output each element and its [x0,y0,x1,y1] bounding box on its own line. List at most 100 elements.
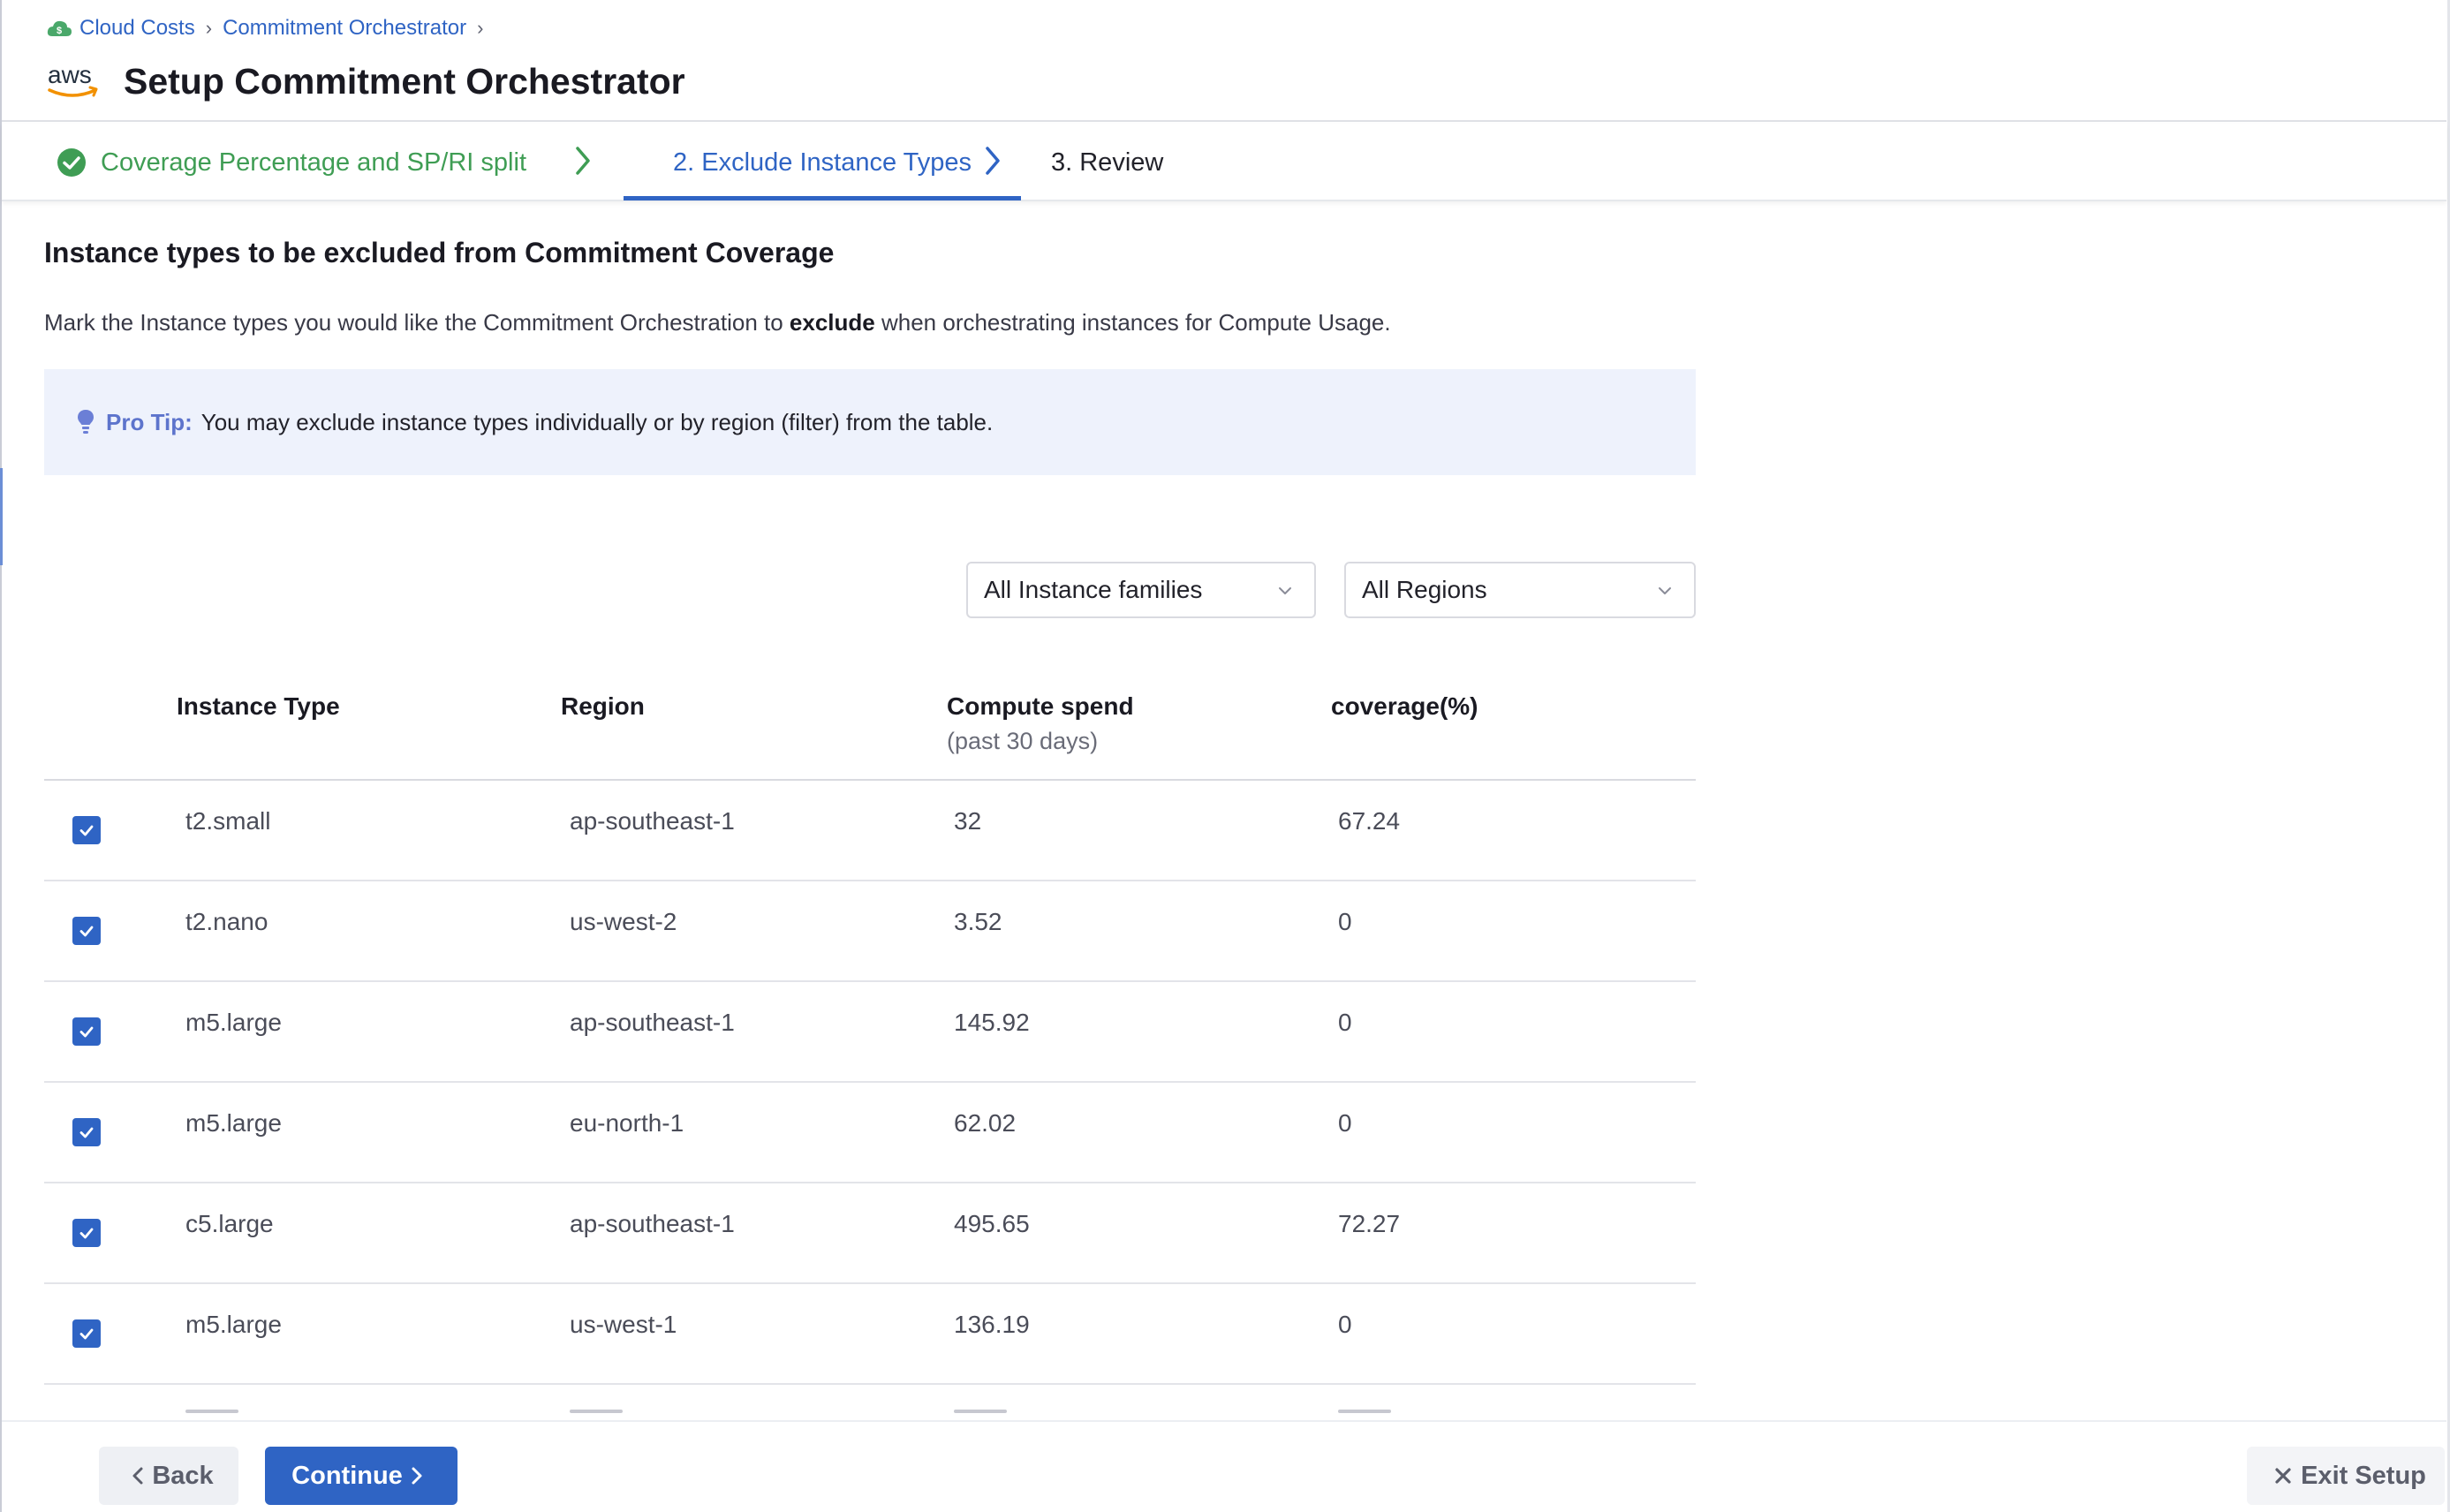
regions-value: All Regions [1362,576,1487,603]
chevron-down-icon [1279,587,1291,594]
chevron-right-icon [412,1467,422,1485]
title-row: aws Setup Commitment Orchestrator [46,55,685,108]
exit-setup-button[interactable]: Exit Setup [2247,1447,2445,1505]
regions-dropdown[interactable]: All Regions [1344,562,1696,618]
breadcrumb-separator-icon: › [205,17,213,39]
row-checkbox[interactable] [72,1219,101,1247]
checkmark-icon [79,1228,94,1239]
cell-region: ap-southeast-1 [570,1009,735,1036]
description-start: Mark the Instance types you would like t… [44,309,790,336]
description-end: when orchestrating instances for Compute… [874,309,1391,336]
svg-text:$: $ [57,26,62,36]
window-left-accent [0,468,3,565]
step-review[interactable]: 3. Review [1051,124,1163,201]
window-left-border [0,0,2,1512]
column-header-coverage: coverage(%) [1331,692,1478,720]
table-row: m5.large us-west-1 136.19 0 [44,1284,1696,1385]
cell-instance-type: t2.small [185,807,271,835]
cell-compute-spend: 145.92 [954,1009,1030,1036]
cell-region: ap-southeast-1 [570,1210,735,1237]
continue-button-label: Continue [291,1461,403,1490]
table-row: m5.large eu-north-1 62.02 0 [44,1083,1696,1183]
cell-coverage: 72.27 [1338,1210,1401,1237]
column-header-instance-type: Instance Type [177,692,340,720]
cell-instance-type: m5.large [185,1009,282,1036]
section-description: Mark the Instance types you would like t… [44,309,1391,336]
row-checkbox[interactable] [72,816,101,844]
cell-region: eu-north-1 [570,1109,684,1137]
wizard-stepper: Coverage Percentage and SP/RI split 2. E… [2,124,2446,201]
checkmark-icon [79,1127,94,1138]
row-checkbox[interactable] [72,1118,101,1146]
step-coverage-split-label: Coverage Percentage and SP/RI split [101,147,526,177]
breadcrumb: $ Cloud Costs › Commitment Orchestrator … [46,14,494,42]
description-emphasis: exclude [789,309,875,336]
cell-instance-type: m5.large [185,1109,282,1137]
clipped-cell [1338,1410,1391,1413]
cell-compute-spend: 136.19 [954,1311,1030,1338]
step-review-label: 3. Review [1051,147,1164,177]
column-header-compute-spend: Compute spend [947,692,1134,720]
chevron-down-icon [1659,587,1671,594]
clipped-cell [570,1410,623,1413]
table-row: t2.small ap-southeast-1 32 67.24 [44,781,1696,881]
row-checkbox[interactable] [72,1319,101,1348]
table-row: t2.nano us-west-2 3.52 0 [44,881,1696,982]
cell-coverage: 0 [1338,1109,1352,1137]
page-header: $ Cloud Costs › Commitment Orchestrator … [2,0,2446,122]
cell-region: ap-southeast-1 [570,807,735,835]
back-button[interactable]: Back [99,1447,238,1505]
back-button-label: Back [152,1461,214,1490]
cell-region: us-west-1 [570,1311,677,1338]
continue-button[interactable]: Continue [265,1447,457,1505]
instance-families-value: All Instance families [984,576,1203,603]
lightbulb-icon [78,410,94,434]
pro-tip-callout: Pro Tip: You may exclude instance types … [44,369,1696,475]
breadcrumb-separator-icon: › [477,17,484,39]
exit-setup-button-label: Exit Setup [2301,1461,2426,1490]
cloud-costs-icon: $ [47,20,72,36]
page-title: Setup Commitment Orchestrator [124,60,685,102]
step-exclude-instance-types[interactable]: 2. Exclude Instance Types [624,124,1021,201]
chevron-right-icon [576,147,590,175]
aws-logo: aws [48,61,98,97]
section-title: Instance types to be excluded from Commi… [44,237,835,268]
cell-coverage: 67.24 [1338,807,1401,835]
row-checkbox[interactable] [72,1017,101,1046]
instance-families-dropdown[interactable]: All Instance families [966,562,1316,618]
step-exclude-instance-types-label: 2. Exclude Instance Types [672,147,972,177]
table-row: m5.large ap-southeast-1 145.92 0 [44,982,1696,1083]
checkmark-icon [79,825,94,836]
breadcrumb-cloud-costs[interactable]: Cloud Costs [79,16,195,41]
cell-compute-spend: 3.52 [954,908,1002,935]
close-icon [2275,1468,2291,1484]
cell-coverage: 0 [1338,1009,1352,1036]
chevron-right-icon [986,147,1000,175]
cell-instance-type: c5.large [185,1210,274,1237]
cell-region: us-west-2 [570,908,677,935]
cell-compute-spend: 62.02 [954,1109,1017,1137]
check-circle-icon [57,148,86,177]
table-row: c5.large ap-southeast-1 495.65 72.27 [44,1183,1696,1284]
cell-compute-spend: 32 [954,807,982,835]
cell-instance-type: t2.nano [185,908,268,935]
pro-tip-text: You may exclude instance types individua… [200,408,994,435]
checkmark-icon [79,1026,94,1038]
cell-coverage: 0 [1338,908,1352,935]
checkmark-icon [79,926,94,937]
chevron-left-icon [132,1467,143,1485]
clipped-cell [954,1410,1007,1413]
cell-coverage: 0 [1338,1311,1352,1338]
aws-logo-text: aws [48,61,92,88]
cell-compute-spend: 495.65 [954,1210,1030,1237]
checkmark-icon [79,1328,94,1340]
clipped-cell [185,1410,238,1413]
step-coverage-split[interactable]: Coverage Percentage and SP/RI split [57,124,526,201]
breadcrumb-commitment-orchestrator[interactable]: Commitment Orchestrator [223,16,466,41]
cell-instance-type: m5.large [185,1311,282,1338]
column-header-compute-spend-subtitle: (past 30 days) [947,728,1099,754]
pro-tip-label: Pro Tip: [106,408,193,435]
column-header-region: Region [561,692,645,720]
row-checkbox[interactable] [72,917,101,945]
active-step-indicator [624,196,1021,200]
